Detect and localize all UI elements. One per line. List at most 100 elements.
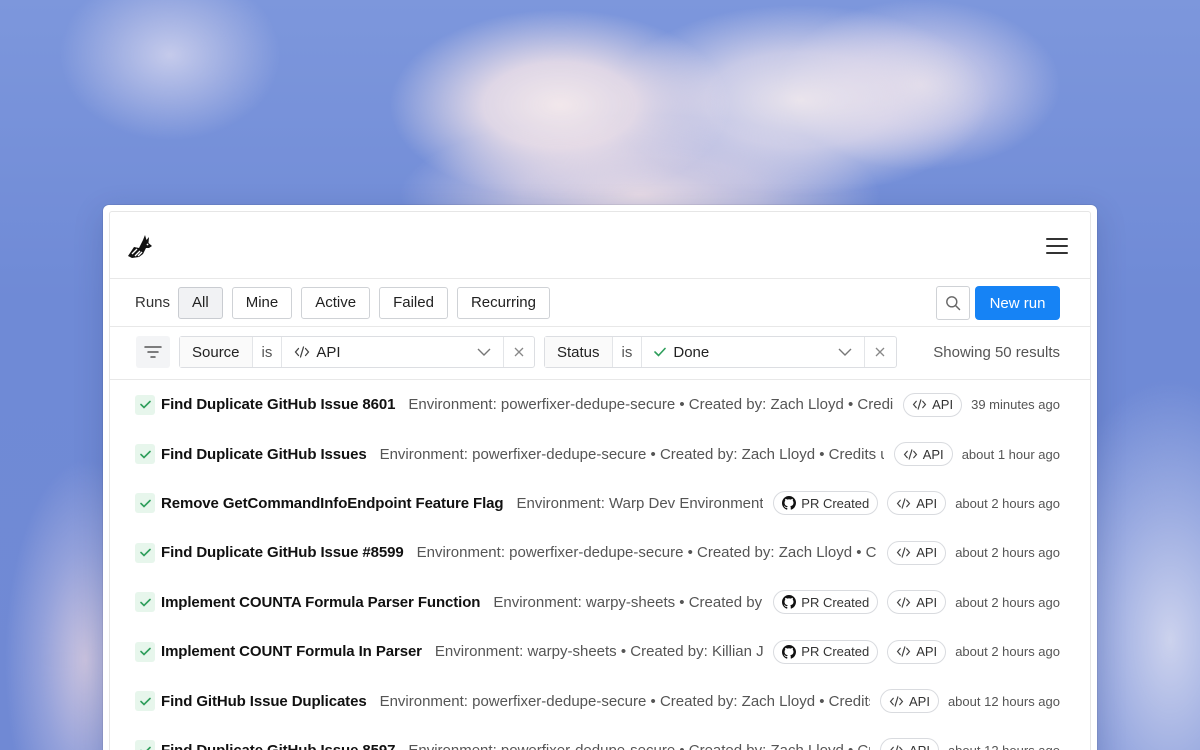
done-status-icon <box>135 592 155 613</box>
status-filter-value-text: Done <box>673 343 710 361</box>
run-row[interactable]: Implement COUNTA Formula Parser Function… <box>110 578 1090 627</box>
status-filter-op[interactable]: is <box>613 337 643 367</box>
github-icon <box>782 595 797 609</box>
top-bar <box>110 212 1090 279</box>
code-icon <box>889 695 904 707</box>
status-filter-value[interactable]: Done <box>642 337 865 367</box>
source-label: API <box>916 594 938 610</box>
run-time: about 2 hours ago <box>955 545 1060 561</box>
run-row[interactable]: Find Duplicate GitHub Issue 8597 Environ… <box>110 726 1090 750</box>
run-title[interactable]: Find Duplicate GitHub Issue 8597 <box>161 742 395 750</box>
source-badge[interactable]: API <box>893 442 953 467</box>
run-time: about 12 hours ago <box>948 743 1060 750</box>
source-filter: Source is API <box>179 336 535 368</box>
runs-label: Runs <box>135 294 171 311</box>
chevron-down-icon <box>838 348 852 356</box>
run-meta: API about 2 hours ago <box>877 540 1090 565</box>
chip-mine[interactable]: Mine <box>231 286 293 319</box>
run-row[interactable]: Implement COUNT Formula In Parser Enviro… <box>110 627 1090 676</box>
done-status-icon <box>135 394 155 415</box>
pr-created-badge[interactable]: PR Created <box>773 639 879 664</box>
app-window: Runs All Mine Active Failed Recurring Ne… <box>103 205 1097 750</box>
run-title[interactable]: Remove GetCommandInfoEndpoint Feature Fl… <box>161 495 504 512</box>
search-icon <box>946 296 961 311</box>
pr-created-badge[interactable]: PR Created <box>773 590 879 615</box>
source-label: API <box>909 743 930 750</box>
run-row[interactable]: Remove GetCommandInfoEndpoint Feature Fl… <box>110 479 1090 528</box>
run-time: about 12 hours ago <box>947 693 1060 709</box>
source-badge[interactable]: API <box>887 540 947 565</box>
close-icon <box>514 347 524 357</box>
source-label: API <box>916 545 938 561</box>
run-title[interactable]: Implement COUNT Formula In Parser <box>161 643 422 660</box>
run-time: about 2 hours ago <box>955 594 1060 610</box>
code-icon <box>896 547 911 559</box>
run-time: 39 minutes ago <box>971 397 1060 413</box>
run-row[interactable]: Find Duplicate GitHub Issues Environment… <box>110 429 1090 478</box>
run-meta: PR Created API about 2 hours ago <box>763 491 1090 516</box>
source-badge[interactable]: API <box>879 738 939 750</box>
run-time: about 1 hour ago <box>961 446 1060 462</box>
chip-all[interactable]: All <box>178 286 223 319</box>
hamburger-menu-icon[interactable] <box>1046 238 1068 254</box>
filter-icon[interactable] <box>136 336 170 368</box>
status-filter-field[interactable]: Status <box>545 337 613 367</box>
run-description: Environment: Warp Dev Environment • Crea… <box>516 494 764 512</box>
check-icon <box>654 347 667 357</box>
source-filter-op[interactable]: is <box>253 337 283 367</box>
done-status-icon <box>135 641 155 662</box>
pr-created-badge[interactable]: PR Created <box>773 491 879 516</box>
run-meta: PR Created API about 2 hours ago <box>763 639 1090 664</box>
run-row[interactable]: Find Duplicate GitHub Issue #8599 Enviro… <box>110 528 1090 577</box>
run-meta: API about 12 hours ago <box>869 689 1090 714</box>
source-filter-value[interactable]: API <box>282 337 504 367</box>
run-title[interactable]: Find Duplicate GitHub Issue 8601 <box>161 396 395 413</box>
new-run-button[interactable]: New run <box>975 286 1060 320</box>
status-filter-clear[interactable] <box>865 337 896 367</box>
pr-created-label: PR Created <box>801 495 870 511</box>
filter-bar: Source is API Status is Done Showing 50 … <box>110 327 1090 380</box>
run-row[interactable]: Find GitHub Issue Duplicates Environment… <box>110 676 1090 725</box>
run-title[interactable]: Find Duplicate GitHub Issue #8599 <box>161 544 404 561</box>
run-time: about 2 hours ago <box>955 495 1060 511</box>
done-status-icon <box>135 740 155 750</box>
runs-toolbar: Runs All Mine Active Failed Recurring Ne… <box>110 279 1090 327</box>
run-description: Environment: powerfixer-dedupe-secure • … <box>379 692 870 710</box>
chevron-down-icon <box>477 348 491 356</box>
source-filter-field[interactable]: Source <box>180 337 253 367</box>
chip-recurring[interactable]: Recurring <box>456 286 550 319</box>
run-row[interactable]: Find Duplicate GitHub Issue 8601 Environ… <box>110 380 1090 429</box>
run-title[interactable]: Find GitHub Issue Duplicates <box>161 693 367 710</box>
chip-active[interactable]: Active <box>301 286 371 319</box>
source-filter-value-text: API <box>316 343 341 361</box>
code-icon <box>903 448 917 460</box>
run-meta: API 39 minutes ago <box>893 392 1090 417</box>
done-status-icon <box>135 542 155 563</box>
run-title[interactable]: Implement COUNTA Formula Parser Function <box>161 594 480 611</box>
source-label: API <box>908 693 930 709</box>
code-icon <box>896 498 911 509</box>
search-button[interactable] <box>936 286 970 320</box>
run-description: Environment: powerfixer-dedupe-secure • … <box>416 544 878 562</box>
code-icon <box>896 597 911 608</box>
source-badge[interactable]: API <box>887 639 947 664</box>
app-frame: Runs All Mine Active Failed Recurring Ne… <box>109 211 1091 750</box>
run-description: Environment: warpy-sheets • Created by: … <box>493 593 763 611</box>
chip-failed[interactable]: Failed <box>379 286 448 319</box>
code-icon <box>912 399 927 410</box>
source-badge[interactable]: API <box>887 590 947 615</box>
run-description: Environment: powerfixer-dedupe-secure • … <box>408 742 870 750</box>
source-badge[interactable]: API <box>887 491 947 516</box>
source-filter-clear[interactable] <box>504 337 534 367</box>
rabbit-logo-icon[interactable] <box>126 234 154 260</box>
source-badge[interactable]: API <box>879 689 939 714</box>
status-filter: Status is Done <box>544 336 897 368</box>
done-status-icon <box>135 691 155 712</box>
run-meta: API about 1 hour ago <box>883 442 1090 467</box>
run-description: Environment: powerfixer-dedupe-secure • … <box>379 445 884 463</box>
run-title[interactable]: Find Duplicate GitHub Issues <box>161 446 367 463</box>
run-description: Environment: powerfixer-dedupe-secure • … <box>408 396 894 414</box>
done-status-icon <box>135 444 155 465</box>
pr-created-label: PR Created <box>801 644 870 660</box>
source-badge[interactable]: API <box>903 392 963 417</box>
